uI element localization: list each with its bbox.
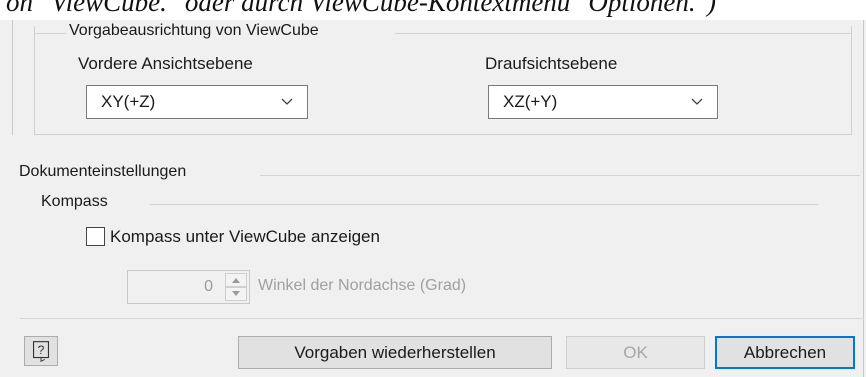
north-angle-value: 0: [204, 278, 213, 295]
group-border-top-right: [395, 33, 851, 34]
dialog-right-edge: [863, 20, 864, 377]
front-view-value: XY(+Z): [101, 92, 156, 111]
chevron-down-icon: [691, 98, 703, 105]
viewcube-group-title: Vorgabeausrichtung von ViewCube: [66, 22, 322, 40]
restore-defaults-button[interactable]: Vorgaben wiederherstellen: [238, 336, 552, 369]
svg-text:?: ?: [38, 343, 45, 357]
document-text: on "ViewCube." oder durch ViewCube-Konte…: [6, 0, 716, 17]
north-angle-label: Winkel der Nordachse (Grad): [258, 277, 467, 294]
top-view-value: XZ(+Y): [503, 92, 558, 111]
compass-group-title: Kompass: [38, 193, 111, 211]
front-view-label: Vordere Ansichtsebene: [78, 54, 253, 73]
spin-up-icon[interactable]: [225, 273, 247, 287]
chevron-down-icon: [281, 98, 293, 105]
footer-separator: [20, 318, 864, 319]
document-settings-title: Dokumenteinstellungen: [16, 163, 190, 181]
group-border-top-left: [34, 33, 70, 34]
top-view-select[interactable]: XZ(+Y): [488, 85, 718, 119]
north-angle-input[interactable]: 0: [127, 270, 250, 304]
front-view-select[interactable]: XY(+Z): [86, 85, 308, 119]
ok-button[interactable]: OK: [566, 336, 705, 369]
cancel-button[interactable]: Abbrechen: [715, 336, 855, 369]
help-button[interactable]: ?: [24, 336, 58, 366]
top-view-label: Draufsichtsebene: [485, 54, 618, 73]
north-angle-spinner[interactable]: [225, 273, 247, 301]
show-compass-label[interactable]: Kompass unter ViewCube anzeigen: [110, 227, 380, 247]
document-text-snippet: on "ViewCube." oder durch ViewCube-Konte…: [0, 0, 866, 20]
show-compass-checkbox[interactable]: [86, 227, 105, 246]
spin-down-icon[interactable]: [225, 287, 247, 301]
group-border-compass: [150, 204, 818, 205]
dialog-left-edge: [12, 20, 13, 135]
help-icon: ?: [32, 341, 50, 363]
group-border-documents: [260, 175, 860, 176]
